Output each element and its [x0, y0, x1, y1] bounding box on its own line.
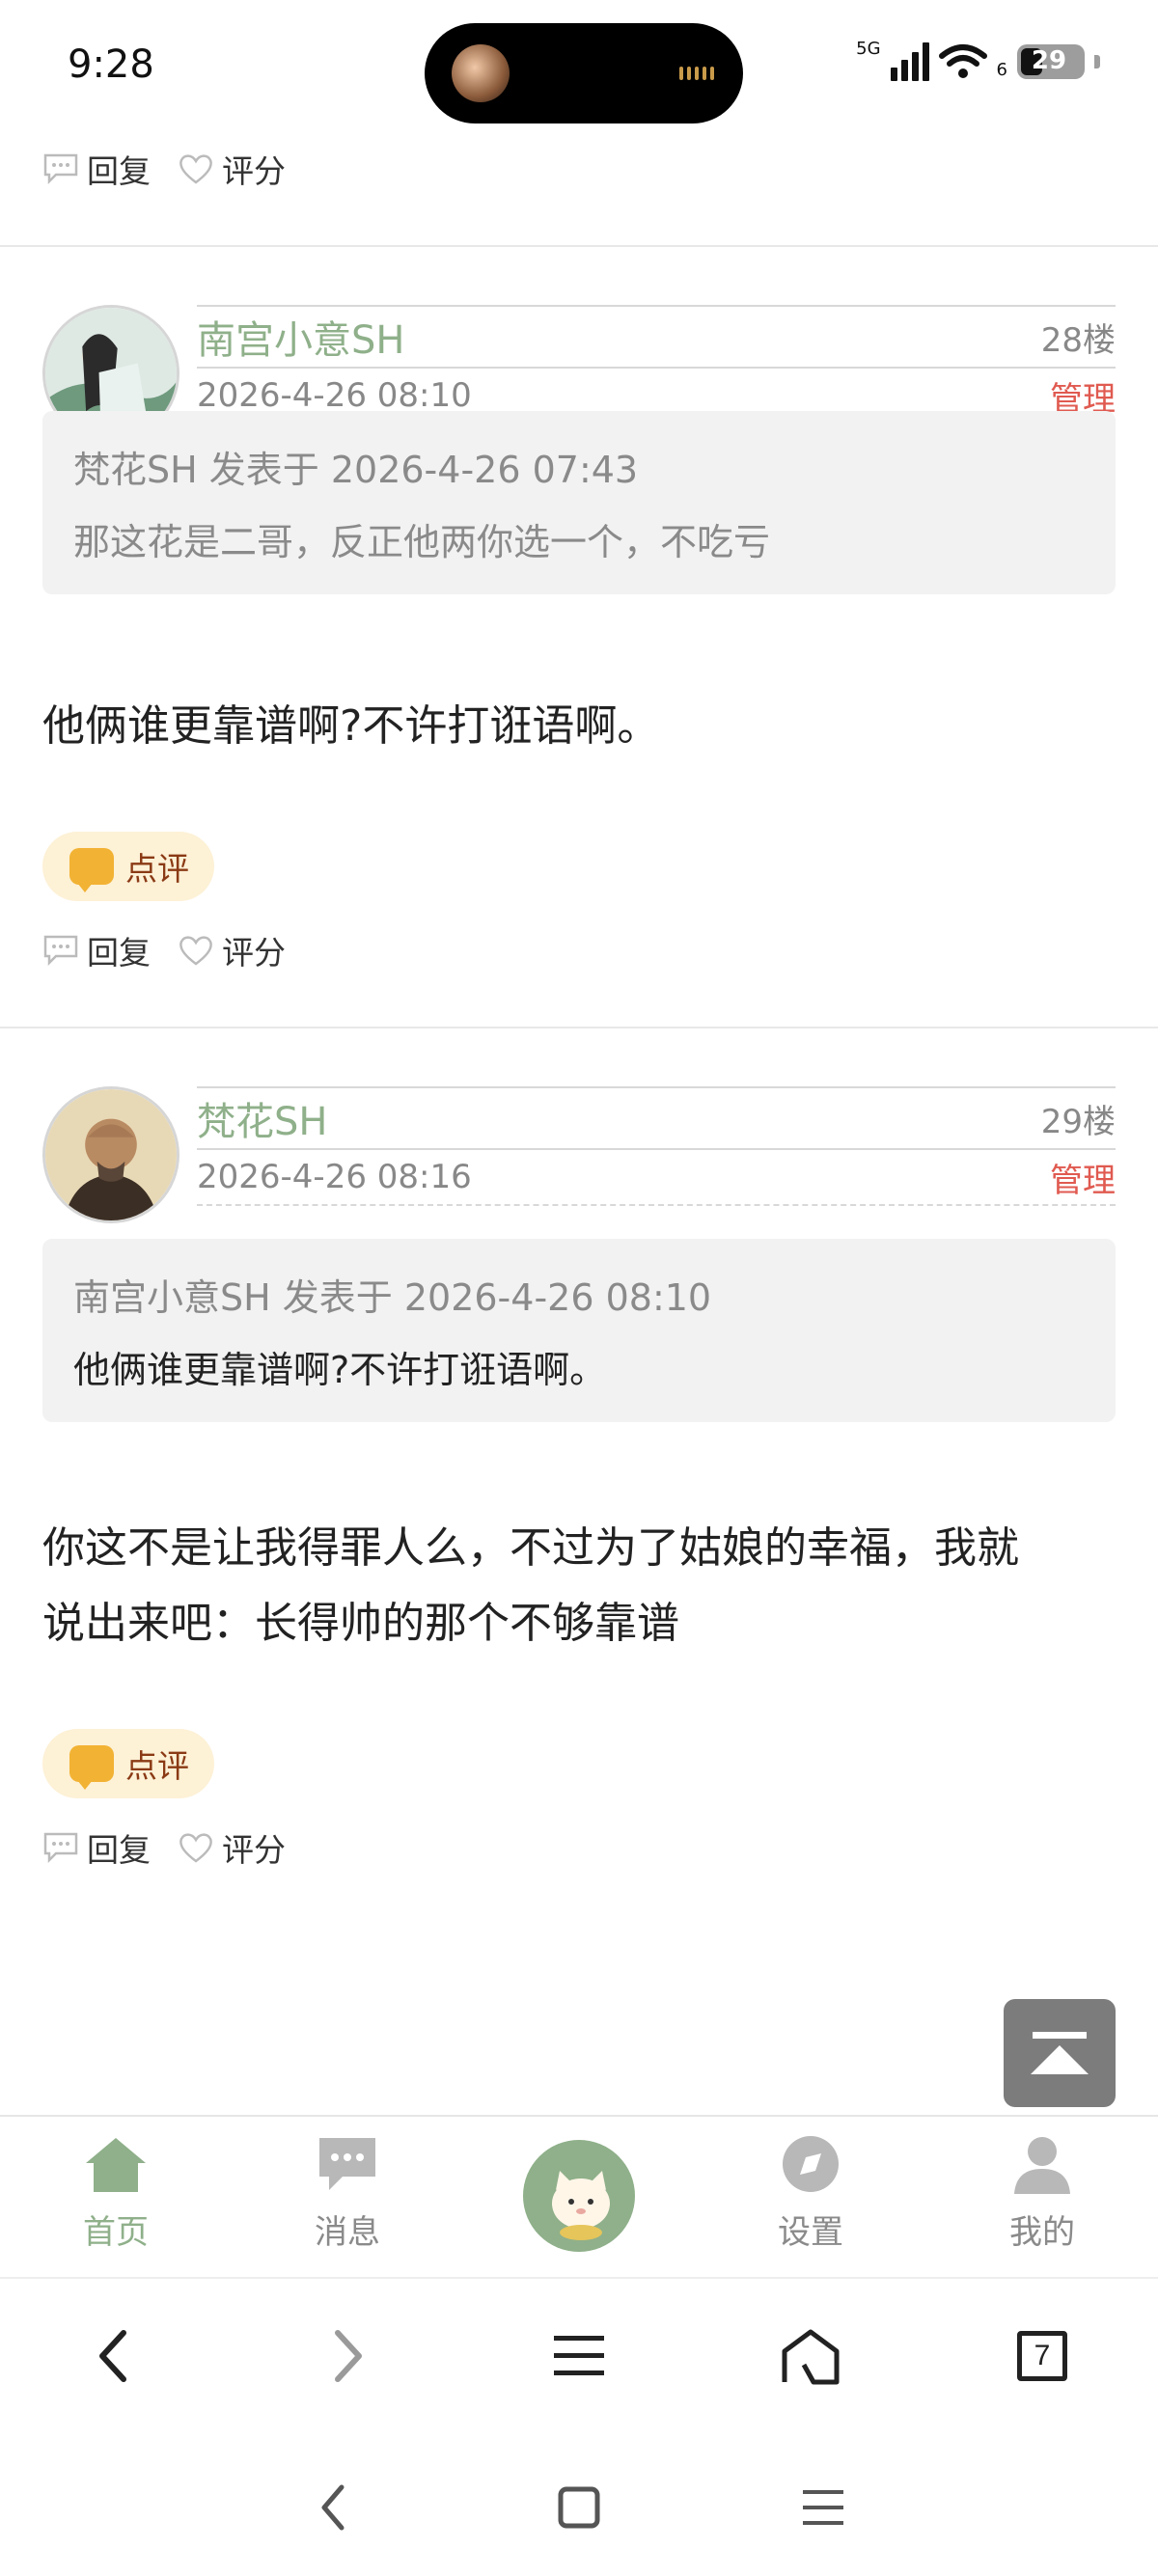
- message-icon: [319, 2138, 375, 2190]
- post-time: 2026-4-26 08:16: [197, 1158, 472, 1196]
- reply-button[interactable]: 回复: [42, 1824, 151, 1871]
- post-actions: 回复 评分: [0, 1814, 1158, 1881]
- battery-level: 29: [1031, 46, 1067, 75]
- username[interactable]: 梵花SH: [197, 1090, 327, 1146]
- review-label: 点评: [125, 1747, 189, 1785]
- rate-label: 评分: [222, 1831, 286, 1869]
- rate-button[interactable]: 评分: [178, 927, 286, 973]
- speech-bubble-icon: [69, 848, 114, 892]
- browser-back-button[interactable]: [75, 2317, 152, 2395]
- home-outline-icon: [782, 2329, 840, 2385]
- user-icon: [1014, 2137, 1070, 2194]
- reply-label: 回复: [87, 1831, 151, 1869]
- tab-label: 消息: [315, 2213, 380, 2252]
- back-icon: [321, 2484, 345, 2531]
- wifi-icon: [938, 44, 987, 78]
- post-28: 南宫小意SH 28楼 2026-4-26 08:10 管理 梵花SH 发表于 2…: [0, 247, 1158, 901]
- rate-button[interactable]: 评分: [178, 1824, 286, 1871]
- manage-link[interactable]: 管理: [1050, 1154, 1116, 1201]
- heart-icon: [179, 154, 212, 184]
- dynamic-island[interactable]: [425, 23, 743, 123]
- rate-button[interactable]: 评分: [178, 146, 286, 192]
- home-icon: [86, 2138, 146, 2192]
- comment-icon: [43, 153, 78, 185]
- tab-label: 首页: [83, 2213, 149, 2252]
- post-actions: 回复 评分: [0, 135, 1158, 203]
- chevron-left-icon: [99, 2330, 126, 2382]
- browser-menu-button[interactable]: [540, 2317, 618, 2395]
- heart-icon: [179, 936, 212, 966]
- square-icon: [558, 2486, 600, 2529]
- username[interactable]: 南宫小意SH: [197, 309, 404, 365]
- comment-icon: [43, 935, 78, 967]
- post-time: 2026-4-26 08:10: [197, 376, 472, 415]
- back-to-top-button[interactable]: [1004, 1999, 1116, 2107]
- quote-text: 他俩谁更靠谱啊?不许打诳语啊。: [73, 1349, 607, 1391]
- review-label: 点评: [125, 850, 189, 888]
- reply-label: 回复: [87, 152, 151, 190]
- post-body: 他俩谁更靠谱啊?不许打诳语啊。: [42, 701, 660, 751]
- network-type: 5G: [856, 38, 881, 59]
- compass-icon: [783, 2136, 839, 2192]
- center-mascot-button[interactable]: [523, 2140, 635, 2252]
- speech-bubble-icon: [69, 1745, 114, 1790]
- review-button[interactable]: 点评: [42, 832, 214, 901]
- post-29: 梵花SH 29楼 2026-4-26 08:16 管理 南宫小意SH 发表于 2…: [0, 1028, 1158, 1798]
- post-body-line-2: 说出来吧：长得帅的那个不够靠谱: [42, 1599, 679, 1648]
- quote-text: 那这花是二哥，反正他两你选一个，不吃亏: [73, 521, 771, 563]
- menu-icon: [554, 2336, 604, 2375]
- avatar[interactable]: [42, 1086, 179, 1223]
- post-actions: 回复 评分: [0, 917, 1158, 984]
- chevron-right-icon: [335, 2330, 362, 2382]
- media-thumbnail: [452, 44, 510, 102]
- recents-menu-icon: [803, 2490, 843, 2525]
- tab-label: 我的: [1009, 2213, 1075, 2252]
- quote-header: 南宫小意SH 发表于 2026-4-26 08:10: [73, 1276, 712, 1319]
- signal-icon: [890, 42, 929, 81]
- tab-mine[interactable]: 我的: [975, 2134, 1110, 2253]
- browser-home-button[interactable]: [772, 2317, 849, 2395]
- tab-home[interactable]: 首页: [48, 2134, 183, 2253]
- system-home-button[interactable]: [545, 2474, 613, 2541]
- reply-label: 回复: [87, 934, 151, 972]
- quote-block: 南宫小意SH 发表于 2026-4-26 08:10 他俩谁更靠谱啊?不许打诳语…: [42, 1239, 1116, 1422]
- review-button[interactable]: 点评: [42, 1729, 214, 1798]
- reply-button[interactable]: 回复: [42, 146, 151, 192]
- status-bar: 9:28 5G 6 29: [0, 0, 1158, 135]
- floor-number: 28楼: [1040, 320, 1116, 360]
- rate-label: 评分: [222, 152, 286, 190]
- tab-settings[interactable]: 设置: [743, 2134, 878, 2253]
- post-body-line-1: 你这不是让我得罪人么，不过为了姑娘的幸福，我就: [42, 1523, 1019, 1573]
- status-time: 9:28: [68, 42, 154, 87]
- bottom-tab-bar: 首页 消息 设置 我的: [0, 2115, 1158, 2275]
- system-navigation-bar: [0, 2441, 1158, 2576]
- system-back-button[interactable]: [299, 2474, 367, 2541]
- thread-content[interactable]: 回复 评分 南宫小意SH 28楼 2026-4-26 08:10 管理 梵花SH…: [0, 135, 1158, 2113]
- battery-icon: 29: [1017, 44, 1085, 79]
- quote-header: 梵花SH 发表于 2026-4-26 07:43: [73, 449, 639, 491]
- browser-toolbar: 7: [0, 2277, 1158, 2441]
- battery-cap: [1094, 55, 1100, 69]
- cat-mascot-icon: [552, 2171, 610, 2240]
- comment-icon: [43, 1832, 78, 1864]
- browser-tabs-button[interactable]: 7: [1004, 2317, 1081, 2395]
- tab-messages[interactable]: 消息: [280, 2134, 415, 2253]
- quote-block: 梵花SH 发表于 2026-4-26 07:43 那这花是二哥，反正他两你选一个…: [42, 411, 1116, 594]
- audio-wave-icon: [679, 67, 714, 80]
- browser-forward-button[interactable]: [309, 2317, 386, 2395]
- system-recents-button[interactable]: [789, 2474, 857, 2541]
- heart-icon: [179, 1833, 212, 1863]
- wifi-sub-label: 6: [996, 59, 1007, 80]
- arrow-up-icon: [1031, 2032, 1089, 2074]
- tabs-count: 7: [1017, 2331, 1067, 2381]
- reply-button[interactable]: 回复: [42, 927, 151, 973]
- floor-number: 29楼: [1040, 1102, 1116, 1141]
- tab-label: 设置: [778, 2213, 843, 2252]
- rate-label: 评分: [222, 934, 286, 972]
